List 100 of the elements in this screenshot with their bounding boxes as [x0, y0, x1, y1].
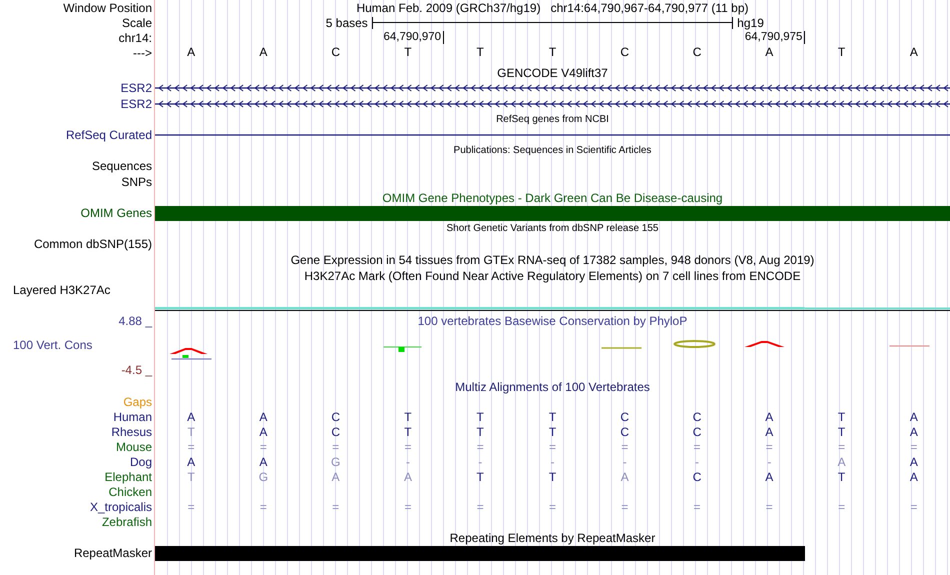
aligned-base: T [838, 470, 846, 484]
track-title: OMIM Gene Phenotypes - Dark Green Can Be Disease-causing [382, 190, 723, 205]
aligned-base: A [910, 410, 918, 424]
track-label[interactable]: Layered H3K27Ac [13, 283, 110, 298]
track-label[interactable]: Elephant [104, 470, 152, 484]
aligned-base: T [548, 426, 556, 439]
track-title: Repeating Elements by RepeatMasker [450, 530, 656, 545]
aligned-base: = [332, 500, 340, 514]
track-label[interactable]: Mouse [116, 440, 152, 454]
aligned-base: - [695, 456, 700, 469]
aligned-base: A [404, 470, 412, 484]
track-label[interactable]: Dog [130, 455, 152, 470]
sequence-base: A [765, 46, 774, 59]
aligned-base: T [404, 426, 412, 439]
aligned-base: A [910, 456, 918, 469]
aligned-base: = [404, 500, 412, 514]
aligned-base: - [767, 456, 772, 469]
aligned-base: C [692, 470, 702, 484]
aligned-base: T [548, 410, 556, 424]
track-label[interactable]: SNPs [121, 174, 152, 189]
sequence-base: T [404, 46, 412, 59]
aligned-base: A [765, 470, 774, 484]
aligned-base: = [838, 440, 846, 454]
row-label: Window Position [63, 0, 152, 14]
track-label[interactable]: X_tropicalis [90, 500, 152, 514]
aligned-base: = [404, 440, 412, 454]
track-label[interactable]: Human [113, 410, 152, 424]
aligned-base: A [259, 456, 268, 469]
track-title: RefSeq genes from NCBI [496, 114, 609, 126]
track-label[interactable]: ESR2 [120, 81, 152, 96]
aligned-base: = [621, 500, 628, 514]
coordinate-tick-label: 64,790,975 [744, 31, 806, 44]
aligned-base: = [188, 500, 195, 514]
aligned-base: T [548, 470, 556, 484]
track-label[interactable]: Zebrafish [102, 515, 152, 530]
sequence-base: A [187, 46, 196, 59]
aligned-base: C [692, 410, 702, 424]
aligned-base: A [187, 410, 196, 424]
aligned-base: = [548, 440, 556, 454]
feature-bar[interactable] [155, 206, 950, 221]
aligned-base: = [621, 440, 628, 454]
track-label[interactable]: 100 Vert. Cons [13, 338, 92, 352]
track-label[interactable]: OMIM Genes [80, 206, 152, 220]
aligned-base: = [766, 500, 773, 514]
track-title: Multiz Alignments of 100 Vertebrates [455, 380, 650, 394]
track-title: H3K27Ac Mark (Often Found Near Active Regulatory Elements) on 7 cell lines from ENCODE [304, 268, 801, 283]
track-label[interactable]: Rhesus [111, 425, 152, 440]
aligned-base: - [550, 456, 554, 469]
track-label[interactable]: Chicken [108, 485, 152, 500]
axis-min-label: -4.5 _ [121, 363, 152, 378]
aligned-base: G [331, 456, 340, 469]
aligned-base: A [765, 410, 774, 424]
aligned-base: = [694, 500, 701, 514]
row-label: chr14: [118, 30, 152, 44]
feature-bar[interactable] [155, 546, 806, 561]
aligned-base: T [187, 470, 195, 484]
aligned-base: T [187, 426, 195, 439]
track-label[interactable]: Sequences [92, 159, 152, 174]
sequence-base: T [838, 46, 846, 59]
aligned-base: A [259, 410, 268, 424]
aligned-base: A [910, 426, 918, 439]
strand-label[interactable]: ---> [133, 46, 152, 60]
aligned-base: C [620, 426, 630, 439]
aligned-base: A [187, 456, 196, 469]
aligned-base: T [838, 410, 846, 424]
aligned-base: T [476, 410, 484, 424]
track-title: Publications: Sequences in Scientific Articles [454, 145, 652, 156]
sequence-base: C [692, 46, 702, 59]
aligned-base: G [258, 470, 268, 484]
aligned-base: - [622, 456, 627, 469]
aligned-base: C [331, 410, 340, 424]
aligned-base: = [476, 440, 484, 454]
track-label[interactable]: RefSeq Curated [66, 128, 152, 142]
aligned-base: T [838, 426, 846, 439]
sequence-base: C [331, 46, 340, 59]
track-title: Short Genetic Variants from dbSNP release 155 [446, 223, 658, 234]
sequence-base: C [620, 46, 630, 59]
aligned-base: = [476, 500, 484, 514]
aligned-base: = [910, 440, 918, 454]
aligned-base: T [404, 410, 412, 424]
genome-position: chr14:64,790,967-64,790,977 (11 bp) [550, 0, 749, 14]
aligned-base: A [620, 470, 629, 484]
assembly-title: Human Feb. 2009 (GRCh37/hg19) [356, 0, 541, 14]
sequence-base: T [548, 46, 556, 59]
aligned-base: = [260, 440, 267, 454]
aligned-base: T [476, 426, 484, 439]
aligned-base: = [260, 500, 267, 514]
track-label[interactable]: Common dbSNP(155) [34, 237, 152, 252]
aligned-base: A [910, 470, 918, 484]
aligned-base: = [694, 440, 701, 454]
track-title: Gene Expression in 54 tissues from GTEx RNA-seq of 17382 samples, 948 donors (V8, Aug 2019) [290, 252, 814, 267]
aligned-base: C [331, 426, 340, 439]
aligned-base: A [332, 470, 340, 484]
aligned-base: - [478, 456, 482, 469]
aligned-base: - [406, 456, 410, 469]
aligned-base: A [259, 426, 268, 439]
track-label[interactable]: ESR2 [120, 96, 152, 111]
track-label[interactable]: RepeatMasker [74, 546, 152, 560]
aligned-base: A [838, 456, 846, 469]
aligned-base: T [476, 470, 484, 484]
